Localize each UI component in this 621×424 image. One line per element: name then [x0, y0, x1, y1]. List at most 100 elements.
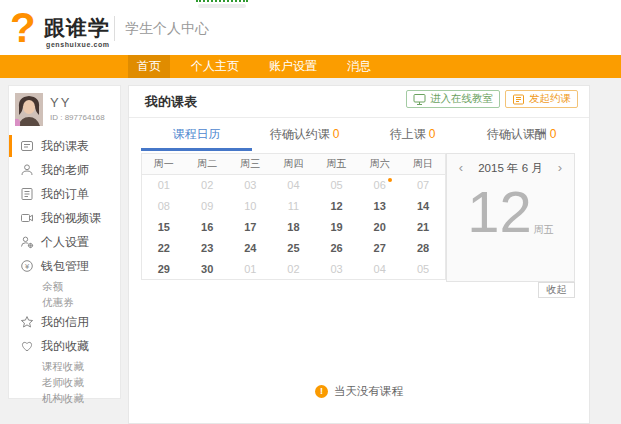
calendar-day[interactable]: 03 — [315, 259, 358, 280]
nav-item-home[interactable]: 首页 — [128, 55, 170, 78]
calendar-day[interactable]: 09 — [186, 196, 229, 217]
top-dotted-artifact — [196, 0, 248, 2]
tab-label: 待确认约课 — [270, 127, 330, 141]
calendar-day[interactable]: 01 — [142, 175, 186, 196]
sidebar-item-my-orders[interactable]: 我的订单 — [9, 182, 120, 206]
calendar-day[interactable]: 06 — [358, 175, 401, 196]
sidebar-item-label: 我的视频课 — [41, 210, 101, 227]
sidebar-menu: 我的课表我的老师我的订单我的视频课个人设置 ¥钱包管理余额优惠券我的信用我的收藏课… — [9, 134, 120, 406]
sidebar-item-my-teachers[interactable]: 我的老师 — [9, 158, 120, 182]
calendar-day[interactable]: 26 — [315, 238, 358, 259]
calendar-day[interactable]: 17 — [229, 217, 272, 238]
calendar-day[interactable]: 15 — [142, 217, 186, 238]
calendar-day[interactable]: 11 — [272, 196, 315, 217]
warning-icon: ! — [315, 385, 328, 398]
calendar-day[interactable]: 07 — [401, 175, 445, 196]
user-name: YY — [50, 95, 71, 110]
sidebar: YY ID : 897764168 我的课表我的老师我的订单我的视频课个人设置 ¥… — [8, 85, 121, 399]
weekday-header: 周三 — [229, 154, 272, 175]
calendar-weekday-header: 周一周二周三周四周五周六周日 — [142, 154, 446, 175]
calendar-day[interactable]: 19 — [315, 217, 358, 238]
sidebar-item-my-video-courses[interactable]: 我的视频课 — [9, 206, 120, 230]
tab-count: 0 — [333, 127, 340, 141]
calendar-day[interactable]: 13 — [358, 196, 401, 217]
calendar-day[interactable]: 02 — [186, 175, 229, 196]
sidebar-subitem-coupons[interactable]: 优惠券 — [9, 294, 120, 310]
calendar-day[interactable]: 03 — [229, 175, 272, 196]
calendar-day[interactable]: 23 — [186, 238, 229, 259]
nav-item-profile[interactable]: 个人主页 — [182, 55, 248, 78]
calendar-day[interactable]: 30 — [186, 259, 229, 280]
empty-message: 当天没有课程 — [334, 384, 403, 399]
calendar-day[interactable]: 12 — [315, 196, 358, 217]
calendar-day[interactable]: 25 — [272, 238, 315, 259]
orders-icon — [20, 187, 34, 201]
calendar-day[interactable]: 02 — [272, 259, 315, 280]
sidebar-subitem-balance[interactable]: 余额 — [9, 278, 120, 294]
sidebar-item-label: 我的老师 — [41, 162, 89, 179]
calendar-icon — [20, 139, 34, 153]
calendar-day[interactable]: 29 — [142, 259, 186, 280]
user-id: ID : 897764168 — [50, 113, 105, 122]
nav-item-messages[interactable]: 消息 — [338, 55, 380, 78]
tab-label: 课程日历 — [173, 127, 221, 141]
calendar-day[interactable]: 22 — [142, 238, 186, 259]
tab-upcoming-classes[interactable]: 待上课0 — [357, 118, 468, 151]
calendar-day[interactable]: 27 — [358, 238, 401, 259]
calendar-day[interactable]: 05 — [315, 175, 358, 196]
tab-pending-confirm-booking[interactable]: 待确认约课0 — [252, 118, 357, 151]
logo-brand-text[interactable]: 跟谁学 — [44, 14, 110, 42]
settings-icon — [20, 235, 34, 249]
sidebar-item-label: 我的课表 — [41, 138, 89, 155]
calendar-day[interactable]: 21 — [401, 217, 445, 238]
weekday-header: 周一 — [142, 154, 186, 175]
tab-course-calendar[interactable]: 课程日历 — [141, 118, 252, 151]
logo-domain-text: genshuixue.com — [46, 41, 110, 48]
enter-online-classroom-button[interactable]: 进入在线教室 — [406, 90, 500, 108]
calendar-body: 0102030405060708091011121314151617181920… — [142, 175, 446, 280]
sidebar-item-label: 个人设置 — [41, 234, 89, 251]
sidebar-item-my-schedule[interactable]: 我的课表 — [9, 134, 120, 158]
calendar-day[interactable]: 01 — [229, 259, 272, 280]
collapse-button[interactable]: 收起 — [538, 282, 575, 298]
booking-icon — [512, 93, 525, 106]
sidebar-item-label: 我的信用 — [41, 314, 89, 331]
sidebar-item-personal-settings[interactable]: 个人设置 — [9, 230, 120, 254]
tab-count: 0 — [429, 127, 436, 141]
sidebar-item-label: 钱包管理 — [41, 258, 89, 275]
navbar-items: 首页个人主页账户设置消息 — [128, 55, 392, 78]
avatar — [15, 93, 43, 126]
nav-item-account-settings[interactable]: 账户设置 — [260, 55, 326, 78]
sidebar-item-label: 我的收藏 — [41, 338, 89, 355]
tabs: 课程日历待确认约课0待上课0待确认课酬0 — [141, 118, 575, 151]
calendar-day[interactable]: 28 — [401, 238, 445, 259]
calendar-day[interactable]: 16 — [186, 217, 229, 238]
calendar-day[interactable]: 20 — [358, 217, 401, 238]
initiate-booking-label: 发起约课 — [529, 92, 571, 106]
calendar-day[interactable]: 14 — [401, 196, 445, 217]
calendar-day[interactable]: 18 — [272, 217, 315, 238]
calendar-table: 周一周二周三周四周五周六周日 0102030405060708091011121… — [141, 153, 446, 280]
calendar-day[interactable]: 04 — [358, 259, 401, 280]
sidebar-subitem-org-favorites[interactable]: 机构收藏 — [9, 390, 120, 406]
calendar-day[interactable]: 08 — [142, 196, 186, 217]
sidebar-item-label: 我的订单 — [41, 186, 89, 203]
course-dot-icon — [388, 178, 392, 182]
sidebar-item-my-credit[interactable]: 我的信用 — [9, 310, 120, 334]
calendar-day[interactable]: 24 — [229, 238, 272, 259]
sidebar-item-wallet[interactable]: ¥钱包管理 — [9, 254, 120, 278]
sidebar-subitem-teacher-favorites[interactable]: 老师收藏 — [9, 374, 120, 390]
main-header: 我的课表 进入在线教室 — [129, 86, 589, 118]
calendar-day[interactable]: 04 — [272, 175, 315, 196]
sidebar-item-my-favorites[interactable]: 我的收藏 — [9, 334, 120, 358]
tab-pending-confirm-pay[interactable]: 待确认课酬0 — [468, 118, 575, 151]
calendar-day[interactable]: 10 — [229, 196, 272, 217]
weekday-header: 周日 — [401, 154, 445, 175]
page-subtitle: 学生个人中心 — [125, 20, 209, 38]
calendar-day[interactable]: 05 — [401, 259, 445, 280]
enter-online-classroom-label: 进入在线教室 — [430, 92, 493, 106]
initiate-booking-button[interactable]: 发起约课 — [505, 90, 578, 108]
sidebar-subitem-course-favorites[interactable]: 课程收藏 — [9, 358, 120, 374]
logo-question-mark-icon[interactable]: ? — [10, 4, 36, 52]
tab-count: 0 — [550, 127, 557, 141]
